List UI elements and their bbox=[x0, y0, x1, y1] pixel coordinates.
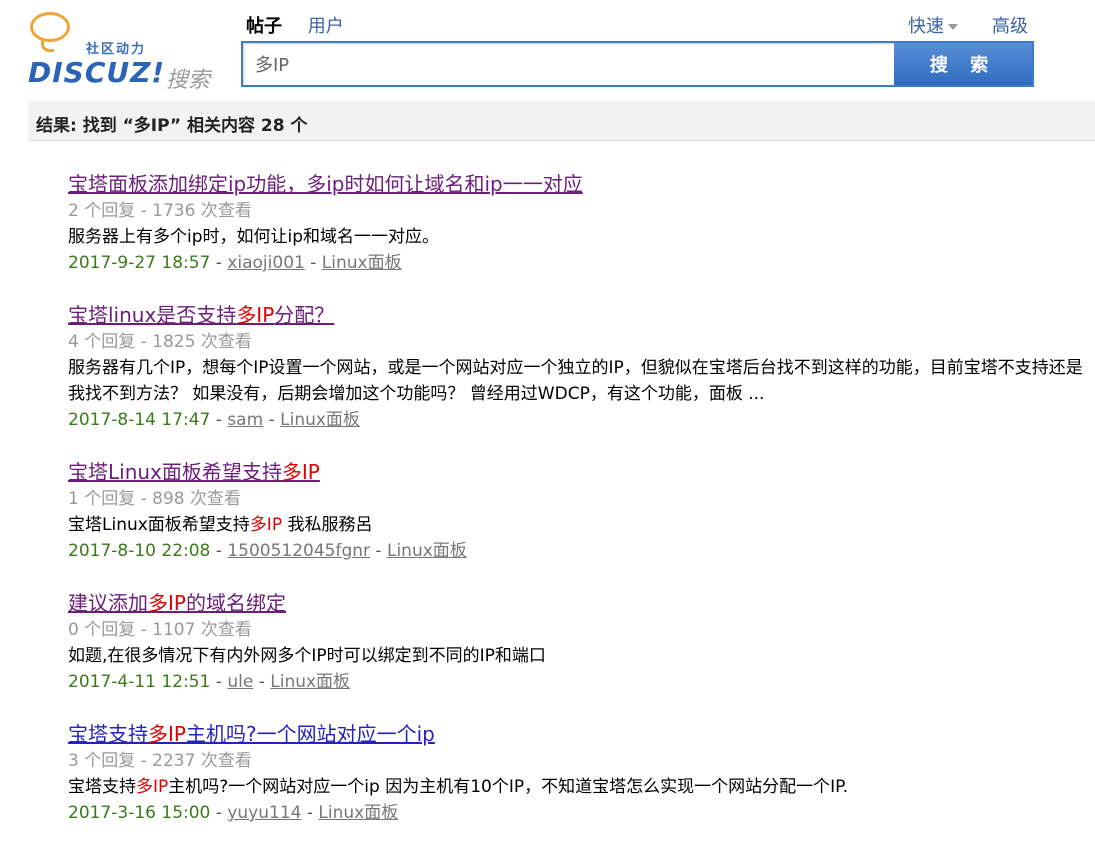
result-item: 宝塔支持多IP主机吗?一个网站对应一个ip 3 个回复 - 2237 次查看 宝… bbox=[68, 720, 1088, 826]
highlight-term: 多IP bbox=[249, 515, 283, 535]
result-forum-link[interactable]: Linux面板 bbox=[322, 253, 402, 273]
highlight-term: 多IP bbox=[148, 722, 186, 746]
search-button[interactable]: 搜 索 bbox=[894, 43, 1032, 85]
result-footer: 2017-8-10 22:08 - 1500512045fgnr - Linux… bbox=[68, 541, 467, 561]
result-author-link[interactable]: ule bbox=[227, 672, 253, 692]
tab-posts[interactable]: 帖子 bbox=[246, 12, 282, 38]
result-date: 2017-8-14 17:47 bbox=[68, 410, 211, 430]
result-item: 宝塔linux是否支持多IP分配？ 4 个回复 - 1825 次查看 服务器有几… bbox=[68, 301, 1088, 433]
search-type-tabs: 帖子 用户 bbox=[246, 12, 364, 38]
result-item: 建议添加多IP的域名绑定 0 个回复 - 1107 次查看 如题,在很多情况下有… bbox=[68, 589, 1088, 695]
advanced-search-link[interactable]: 高级 bbox=[992, 12, 1028, 38]
result-forum-link[interactable]: Linux面板 bbox=[270, 672, 350, 692]
result-footer: 2017-3-16 15:00 - yuyu114 - Linux面板 bbox=[68, 803, 399, 823]
search-header: 社区动力 DISCUZ! 搜索 帖子 用户 快速 高级 搜 索 bbox=[0, 0, 1095, 100]
result-title-link[interactable]: 宝塔支持多IP主机吗?一个网站对应一个ip bbox=[68, 720, 1088, 748]
quick-label: 快速 bbox=[908, 16, 944, 37]
result-title-link[interactable]: 宝塔linux是否支持多IP分配？ bbox=[68, 301, 1088, 329]
tab-users[interactable]: 用户 bbox=[308, 12, 344, 38]
result-title-link[interactable]: 建议添加多IP的域名绑定 bbox=[68, 589, 1088, 617]
result-snippet: 如题,在很多情况下有内外网多个IP时可以绑定到不同的IP和端口 bbox=[68, 646, 546, 666]
highlight-term: 多IP bbox=[281, 460, 320, 484]
result-forum-link[interactable]: Linux面板 bbox=[280, 410, 360, 430]
result-title-link[interactable]: 宝塔面板添加绑定ip功能，多ip时如何让域名和ip一一对应 bbox=[68, 170, 1088, 198]
search-bar: 搜 索 bbox=[241, 41, 1034, 87]
result-snippet: 宝塔支持多IP主机吗?一个网站对应一个ip 因为主机有10个IP，不知道宝塔怎么… bbox=[68, 777, 849, 797]
result-snippet: 服务器上有多个ip时，如何让ip和域名一一对应。 bbox=[68, 227, 440, 247]
result-meta: 4 个回复 - 1825 次查看 bbox=[68, 332, 252, 352]
discuz-logo[interactable]: 社区动力 DISCUZ! 搜索 bbox=[28, 10, 223, 93]
results-list: 宝塔面板添加绑定ip功能，多ip时如何让域名和ip一一对应 2 个回复 - 17… bbox=[68, 170, 1088, 851]
logo-brand: DISCUZ! bbox=[28, 56, 166, 89]
result-author-link[interactable]: xiaoji001 bbox=[227, 253, 305, 273]
logo-tagline: 社区动力 bbox=[86, 42, 147, 57]
chevron-down-icon bbox=[948, 24, 958, 30]
result-meta: 2 个回复 - 1736 次查看 bbox=[68, 201, 252, 221]
result-snippet: 服务器有几个IP，想每个IP设置一个网站，或是一个网站对应一个独立的IP，但貌似… bbox=[68, 358, 1083, 404]
result-author-link[interactable]: yuyu114 bbox=[227, 803, 301, 823]
result-meta: 0 个回复 - 1107 次查看 bbox=[68, 620, 252, 640]
result-item: 宝塔Linux面板希望支持多IP 1 个回复 - 898 次查看 宝塔Linux… bbox=[68, 458, 1088, 564]
result-date: 2017-9-27 18:57 bbox=[68, 253, 211, 273]
search-input[interactable] bbox=[243, 43, 894, 85]
result-item: 宝塔面板添加绑定ip功能，多ip时如何让域名和ip一一对应 2 个回复 - 17… bbox=[68, 170, 1088, 276]
result-footer: 2017-8-14 17:47 - sam - Linux面板 bbox=[68, 410, 360, 430]
highlight-term: 多IP bbox=[148, 591, 186, 615]
result-title-link[interactable]: 宝塔Linux面板希望支持多IP bbox=[68, 458, 1088, 486]
result-footer: 2017-9-27 18:57 - xiaoji001 - Linux面板 bbox=[68, 253, 402, 273]
result-author-link[interactable]: 1500512045fgnr bbox=[227, 541, 370, 561]
result-date: 2017-4-11 12:51 bbox=[68, 672, 211, 692]
speech-bubble-icon bbox=[30, 12, 70, 52]
result-meta: 1 个回复 - 898 次查看 bbox=[68, 489, 242, 509]
result-forum-link[interactable]: Linux面板 bbox=[318, 803, 398, 823]
result-forum-link[interactable]: Linux面板 bbox=[387, 541, 467, 561]
quick-search-dropdown[interactable]: 快速 bbox=[908, 12, 958, 38]
result-snippet: 宝塔Linux面板希望支持多IP 我私服務呂 bbox=[68, 515, 373, 535]
result-meta: 3 个回复 - 2237 次查看 bbox=[68, 751, 252, 771]
result-summary: 结果: 找到 “多IP” 相关内容 28 个 bbox=[36, 116, 308, 136]
result-date: 2017-8-10 22:08 bbox=[68, 541, 211, 561]
highlight-term: 多IP bbox=[136, 777, 169, 797]
result-date: 2017-3-16 15:00 bbox=[68, 803, 211, 823]
result-author-link[interactable]: sam bbox=[227, 410, 263, 430]
result-summary-bar: 结果: 找到 “多IP” 相关内容 28 个 bbox=[28, 101, 1095, 141]
highlight-term: 多IP bbox=[236, 303, 275, 327]
result-footer: 2017-4-11 12:51 - ule - Linux面板 bbox=[68, 672, 351, 692]
logo-search-text: 搜索 bbox=[166, 68, 211, 93]
